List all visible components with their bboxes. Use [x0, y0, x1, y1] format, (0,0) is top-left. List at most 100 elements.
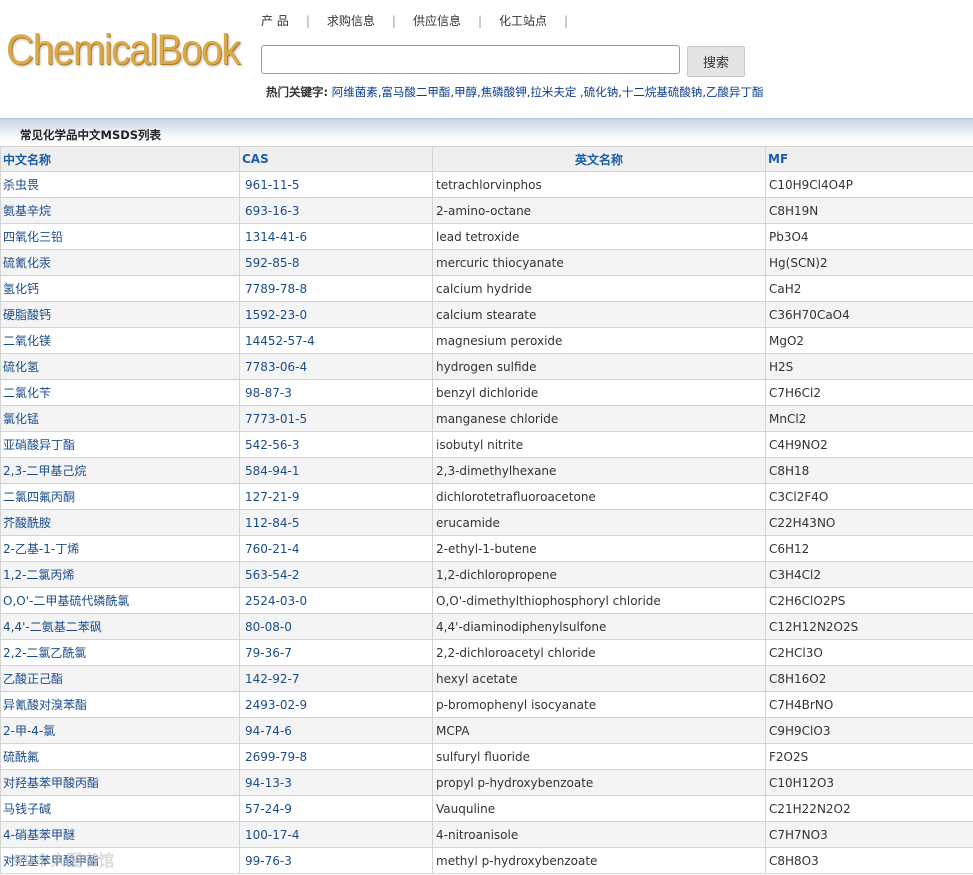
nav-products[interactable]: 产 品	[261, 14, 289, 28]
chinese-name-link[interactable]: 二氯四氟丙酮	[0, 483, 240, 510]
chinese-name-link[interactable]: 马钱子碱	[0, 795, 240, 822]
table-row: 硬脂酸钙 1592-23-0 calcium stearate C36H70CaO4	[0, 301, 973, 328]
cas-link[interactable]: 7773-01-5	[239, 405, 433, 432]
cas-link[interactable]: 100-17-4	[239, 821, 433, 848]
chinese-name-link[interactable]: 1,2-二氯丙烯	[0, 561, 240, 588]
mf-cell: MnCl2	[765, 405, 973, 432]
cas-link[interactable]: 94-74-6	[239, 717, 433, 744]
cas-link[interactable]: 94-13-3	[239, 769, 433, 796]
english-name-cell: isobutyl nitrite	[432, 431, 766, 458]
chinese-name-link[interactable]: 二氧化镁	[0, 327, 240, 354]
chinese-name-link[interactable]: 2-乙基-1-丁烯	[0, 535, 240, 562]
chinese-name-link[interactable]: 2,2-二氯乙酰氯	[0, 639, 240, 666]
hot-keyword-link[interactable]: 乙酸异丁酯	[706, 85, 764, 99]
table-row: 马钱子碱 57-24-9 Vauquline C21H22N2O2	[0, 795, 973, 822]
chinese-name-link[interactable]: 氢化钙	[0, 275, 240, 302]
mf-cell: C8H18	[765, 457, 973, 484]
mf-cell: C8H16O2	[765, 665, 973, 692]
cas-link[interactable]: 127-21-9	[239, 483, 433, 510]
search-input[interactable]	[261, 45, 680, 74]
cas-link[interactable]: 99-76-3	[239, 847, 433, 874]
chinese-name-link[interactable]: 氨基辛烷	[0, 197, 240, 224]
cas-link[interactable]: 2493-02-9	[239, 691, 433, 718]
cas-link[interactable]: 112-84-5	[239, 509, 433, 536]
chinese-name-link[interactable]: 4-硝基苯甲醚	[0, 821, 240, 848]
chinese-name-link[interactable]: 芥酸酰胺	[0, 509, 240, 536]
msds-table: 中文名称 CAS 英文名称 MF 杀虫畏 961-11-5 tetrachlorvi…	[0, 146, 973, 874]
cas-link[interactable]: 80-08-0	[239, 613, 433, 640]
table-row: 二氧化镁 14452-57-4 magnesium peroxide MgO2	[0, 327, 973, 354]
english-name-cell: MCPA	[432, 717, 766, 744]
nav-supply-info[interactable]: 供应信息	[413, 14, 461, 28]
cas-link[interactable]: 7789-78-8	[239, 275, 433, 302]
cas-link[interactable]: 98-87-3	[239, 379, 433, 406]
chinese-name-link[interactable]: 对羟基苯甲酸甲酯	[0, 847, 240, 874]
hot-keyword-link[interactable]: 焦磷酸钾	[481, 85, 527, 99]
chemicalbook-logo[interactable]: ChemicalBook	[6, 26, 241, 75]
cas-link[interactable]: 693-16-3	[239, 197, 433, 224]
nav-separator: |	[564, 14, 569, 28]
english-name-cell: 4,4'-diaminodiphenylsulfone	[432, 613, 766, 640]
table-row: 硫化氢 7783-06-4 hydrogen sulfide H2S	[0, 353, 973, 380]
hot-keyword-link[interactable]: 甲醇	[454, 85, 477, 99]
table-row: 芥酸酰胺 112-84-5 erucamide C22H43NO	[0, 509, 973, 536]
hot-keyword-link[interactable]: 拉米夫定	[530, 85, 580, 99]
cas-link[interactable]: 542-56-3	[239, 431, 433, 458]
chinese-name-link[interactable]: 对羟基苯甲酸丙酯	[0, 769, 240, 796]
hot-keyword-link[interactable]: 硫化钠	[584, 85, 619, 99]
cas-link[interactable]: 1592-23-0	[239, 301, 433, 328]
cas-link[interactable]: 2524-03-0	[239, 587, 433, 614]
chinese-name-link[interactable]: 杀虫畏	[0, 171, 240, 198]
cas-link[interactable]: 592-85-8	[239, 249, 433, 276]
chinese-name-link[interactable]: 乙酸正己酯	[0, 665, 240, 692]
mf-cell: C10H12O3	[765, 769, 973, 796]
table-row: 2,2-二氯乙酰氯 79-36-7 2,2-dichloroacetyl chlor…	[0, 639, 973, 666]
nav-chem-sites[interactable]: 化工站点	[499, 14, 547, 28]
nav-buy-info[interactable]: 求购信息	[327, 14, 375, 28]
chinese-name-link[interactable]: 氯化锰	[0, 405, 240, 432]
english-name-cell: calcium stearate	[432, 301, 766, 328]
cas-link[interactable]: 142-92-7	[239, 665, 433, 692]
english-name-cell: 1,2-dichloropropene	[432, 561, 766, 588]
chinese-name-link[interactable]: 4,4'-二氨基二苯砜	[0, 613, 240, 640]
cas-link[interactable]: 1314-41-6	[239, 223, 433, 250]
english-name-cell: hexyl acetate	[432, 665, 766, 692]
cas-link[interactable]: 79-36-7	[239, 639, 433, 666]
mf-cell: C7H4BrNO	[765, 691, 973, 718]
mf-cell: C3H4Cl2	[765, 561, 973, 588]
search-button[interactable]: 搜索	[687, 46, 745, 77]
hot-keywords-label: 热门关键字:	[266, 85, 329, 99]
chinese-name-link[interactable]: 四氧化三铅	[0, 223, 240, 250]
cas-link[interactable]: 2699-79-8	[239, 743, 433, 770]
english-name-cell: 2-ethyl-1-butene	[432, 535, 766, 562]
hot-keyword-link[interactable]: 十二烷基硫酸钠	[622, 85, 703, 99]
chinese-name-link[interactable]: 硬脂酸钙	[0, 301, 240, 328]
chinese-name-link[interactable]: 二氯化苄	[0, 379, 240, 406]
chinese-name-link[interactable]: 硫氰化汞	[0, 249, 240, 276]
chinese-name-link[interactable]: 亚硝酸异丁酯	[0, 431, 240, 458]
chinese-name-link[interactable]: 异氰酸对溴苯酯	[0, 691, 240, 718]
chinese-name-link[interactable]: 硫酰氟	[0, 743, 240, 770]
cas-link[interactable]: 961-11-5	[239, 171, 433, 198]
english-name-cell: Vauquline	[432, 795, 766, 822]
mf-cell: MgO2	[765, 327, 973, 354]
mf-cell: C22H43NO	[765, 509, 973, 536]
cas-link[interactable]: 760-21-4	[239, 535, 433, 562]
english-name-cell: mercuric thiocyanate	[432, 249, 766, 276]
mf-cell: F2O2S	[765, 743, 973, 770]
english-name-cell: propyl p-hydroxybenzoate	[432, 769, 766, 796]
hot-keyword-link[interactable]: 富马酸二甲酯	[381, 85, 450, 99]
chinese-name-link[interactable]: 2,3-二甲基己烷	[0, 457, 240, 484]
chinese-name-link[interactable]: 硫化氢	[0, 353, 240, 380]
cas-link[interactable]: 563-54-2	[239, 561, 433, 588]
chinese-name-link[interactable]: O,O'-二甲基硫代磷酰氯	[0, 587, 240, 614]
chinese-name-link[interactable]: 2-甲-4-氯	[0, 717, 240, 744]
table-header-row: 中文名称 CAS 英文名称 MF	[0, 146, 973, 172]
table-row: 4-硝基苯甲醚 100-17-4 4-nitroanisole C7H7NO3	[0, 821, 973, 848]
hot-keyword-link[interactable]: 阿维菌素	[332, 85, 378, 99]
cas-link[interactable]: 7783-06-4	[239, 353, 433, 380]
cas-link[interactable]: 14452-57-4	[239, 327, 433, 354]
cas-link[interactable]: 584-94-1	[239, 457, 433, 484]
english-name-cell: erucamide	[432, 509, 766, 536]
cas-link[interactable]: 57-24-9	[239, 795, 433, 822]
